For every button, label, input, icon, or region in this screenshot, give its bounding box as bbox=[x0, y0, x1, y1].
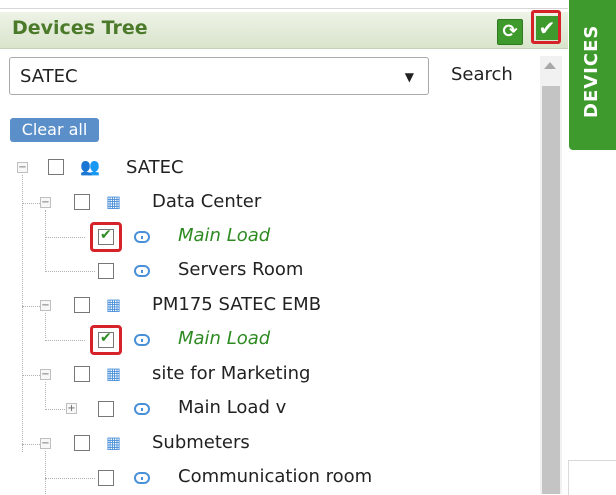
tree-checkbox[interactable] bbox=[74, 366, 90, 382]
meter-icon bbox=[134, 231, 150, 243]
tree-row[interactable]: − ▦ Submeters bbox=[0, 429, 540, 459]
tree-scrollbar[interactable] bbox=[540, 56, 562, 494]
building-icon: ▦ bbox=[106, 295, 122, 314]
background-box bbox=[568, 460, 616, 495]
tree-guide-line bbox=[45, 340, 85, 341]
tree-guide-line bbox=[22, 444, 40, 445]
tree-guide-line bbox=[45, 409, 65, 410]
meter-icon bbox=[134, 403, 150, 415]
devices-tree-panel: Devices Tree ⟳ ✔ SATEC ▼ Search Clear al… bbox=[0, 0, 568, 494]
building-icon: ▦ bbox=[106, 433, 122, 452]
tree-row[interactable]: Servers Room bbox=[0, 256, 540, 286]
tree-guide-line bbox=[45, 271, 95, 272]
tree-checkbox[interactable] bbox=[98, 470, 114, 486]
tree-label: Main Load bbox=[178, 225, 271, 246]
tree-row[interactable]: − ▦ Data Center bbox=[0, 188, 540, 218]
tree-checkbox[interactable] bbox=[98, 227, 114, 245]
tree-checkbox[interactable] bbox=[98, 263, 114, 279]
tree-row[interactable]: − ▦ PM175 SATEC EMB bbox=[0, 291, 540, 321]
scroll-up-icon[interactable] bbox=[544, 62, 556, 69]
devices-tree: − 👥 SATEC − ▦ Data Center Main Load Ser bbox=[0, 0, 540, 494]
tree-checkbox[interactable] bbox=[98, 330, 114, 348]
devices-side-tab[interactable]: DEVICES bbox=[569, 0, 616, 150]
tree-label: Submeters bbox=[152, 432, 250, 453]
tree-row[interactable]: + Main Load v bbox=[0, 394, 540, 424]
scroll-thumb[interactable] bbox=[542, 86, 560, 494]
tree-checkbox[interactable] bbox=[48, 159, 64, 175]
tree-label: site for Marketing bbox=[152, 363, 311, 384]
collapse-icon[interactable]: − bbox=[40, 438, 51, 449]
tree-guide-line bbox=[45, 478, 95, 479]
tree-row[interactable]: Communication room bbox=[0, 463, 540, 493]
collapse-icon[interactable]: − bbox=[17, 162, 28, 173]
group-icon: 👥 bbox=[80, 157, 100, 176]
tree-label: Main Load bbox=[178, 328, 271, 349]
tree-row[interactable]: Main Load bbox=[0, 222, 540, 252]
tree-label: Main Load v bbox=[178, 397, 287, 418]
building-icon: ▦ bbox=[106, 364, 122, 383]
collapse-icon[interactable]: − bbox=[40, 300, 51, 311]
tree-row[interactable]: − ▦ site for Marketing bbox=[0, 360, 540, 390]
tree-checkbox[interactable] bbox=[74, 297, 90, 313]
tree-label: Communication room bbox=[178, 466, 373, 487]
tree-label: Data Center bbox=[152, 191, 262, 212]
tree-guide-line bbox=[22, 375, 40, 376]
check-icon: ✔ bbox=[538, 16, 556, 40]
tree-label: SATEC bbox=[126, 157, 184, 178]
tree-checkbox[interactable] bbox=[74, 435, 90, 451]
building-icon: ▦ bbox=[106, 192, 122, 211]
collapse-icon[interactable]: − bbox=[40, 197, 51, 208]
side-tab-label: DEVICES bbox=[581, 24, 602, 118]
tree-label: PM175 SATEC EMB bbox=[152, 294, 322, 315]
tree-checkbox[interactable] bbox=[74, 194, 90, 210]
tree-row[interactable]: Main Load bbox=[0, 325, 540, 355]
tree-guide-line bbox=[45, 237, 85, 238]
meter-icon bbox=[134, 334, 150, 346]
meter-icon bbox=[134, 472, 150, 484]
tree-label: Servers Room bbox=[178, 259, 304, 280]
meter-icon bbox=[134, 265, 150, 277]
tree-guide-line bbox=[22, 203, 40, 204]
expand-icon[interactable]: + bbox=[66, 403, 77, 414]
collapse-icon[interactable]: − bbox=[40, 369, 51, 380]
tree-row-root[interactable]: − 👥 SATEC bbox=[0, 154, 540, 184]
tree-guide-line bbox=[22, 306, 40, 307]
tree-checkbox[interactable] bbox=[98, 401, 114, 417]
